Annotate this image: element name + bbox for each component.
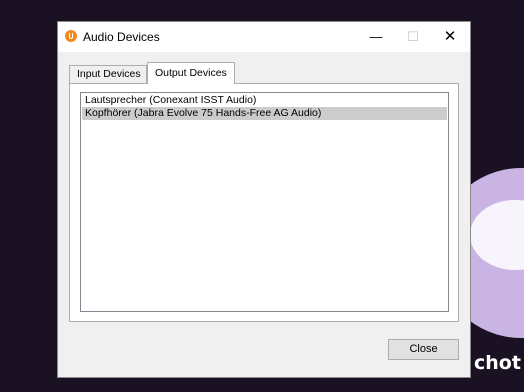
tab-output-devices[interactable]: Output Devices [147, 62, 235, 84]
device-list[interactable]: Lautsprecher (Conexant ISST Audio) Kopfh… [80, 92, 449, 312]
close-window-button[interactable]: ✕ [432, 22, 468, 52]
output-devices-panel: Lautsprecher (Conexant ISST Audio) Kopfh… [69, 83, 459, 322]
list-item-kopfhoerer[interactable]: Kopfhörer (Jabra Evolve 75 Hands-Free AG… [82, 107, 447, 120]
close-button[interactable]: Close [388, 339, 459, 360]
background-text: chot [474, 352, 521, 374]
title-bar[interactable]: Audio Devices — ☐ ✕ [58, 22, 470, 52]
audio-devices-window: Audio Devices — ☐ ✕ Input Devices Output… [57, 21, 471, 378]
maximize-button[interactable]: ☐ [395, 22, 431, 52]
window-title: Audio Devices [83, 30, 160, 44]
minimize-button[interactable]: — [358, 22, 394, 52]
tab-input-devices[interactable]: Input Devices [69, 65, 147, 83]
list-item-lautsprecher[interactable]: Lautsprecher (Conexant ISST Audio) [82, 94, 447, 107]
app-logo-icon [65, 30, 77, 42]
